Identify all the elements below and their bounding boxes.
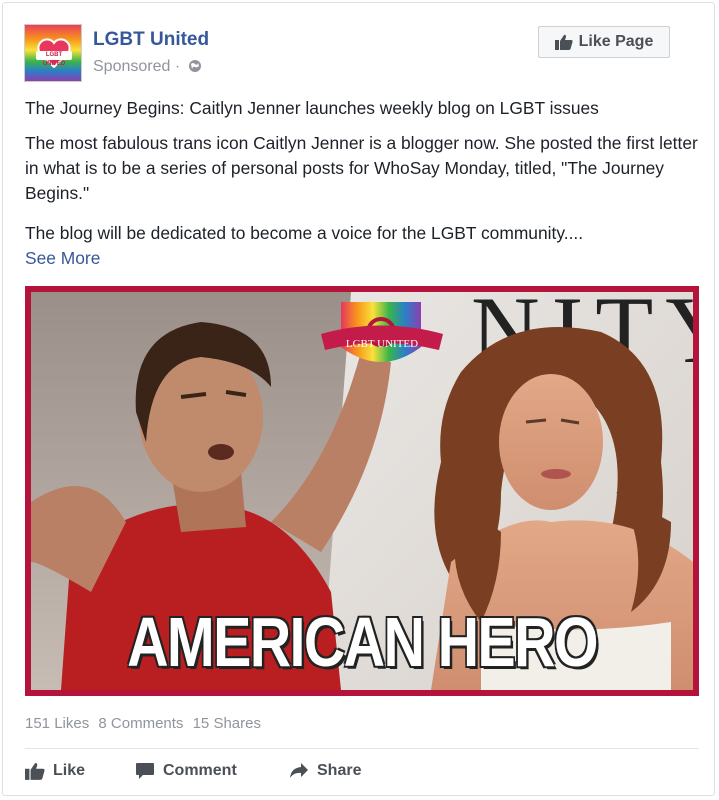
share-icon (290, 763, 308, 778)
thumbs-up-icon (554, 34, 573, 50)
comments-count[interactable]: 8 Comments (98, 715, 183, 732)
see-more-link[interactable]: See More (25, 246, 705, 271)
post-meta: Sponsored · (93, 58, 202, 76)
post-headline: The Journey Begins: Caitlyn Jenner launc… (25, 98, 599, 118)
like-button[interactable]: Like (25, 758, 135, 784)
badge-text: LGBT UNITED (346, 338, 418, 350)
shares-count[interactable]: 15 Shares (193, 715, 261, 732)
divider (25, 748, 699, 749)
share-button[interactable]: Share (289, 758, 361, 784)
likes-count[interactable]: 151 Likes (25, 715, 89, 732)
post-image[interactable]: NITY (25, 286, 699, 696)
like-page-button[interactable]: Like Page (538, 26, 670, 58)
post-paragraph-1: The most fabulous trans icon Caitlyn Jen… (25, 133, 698, 203)
sponsored-post-card: LGBT UNITED LGBT United Sponsored · Like… (2, 2, 715, 796)
page-avatar[interactable]: LGBT UNITED (24, 24, 82, 82)
comment-button[interactable]: Comment (135, 758, 289, 784)
comment-icon (136, 763, 154, 779)
like-label: Like (53, 762, 86, 779)
sponsored-label[interactable]: Sponsored · (93, 58, 180, 75)
post-paragraph-2-text: The blog will be dedicated to become a v… (25, 223, 584, 243)
share-label: Share (317, 762, 362, 779)
image-caption: AMERICAN HERO (127, 603, 598, 681)
globe-icon (188, 60, 201, 72)
like-page-label: Like Page (578, 33, 654, 50)
engagement-stats: 151 Likes 8 Comments 15 Shares (25, 715, 266, 732)
post-paragraph-2: The blog will be dedicated to become a v… (25, 221, 705, 271)
page-name-link[interactable]: LGBT United (93, 29, 209, 51)
avatar-tag: LGBT UNITED (36, 51, 72, 67)
action-bar: Like Comment Share (25, 758, 361, 784)
comment-label: Comment (163, 762, 237, 779)
thumbs-up-icon (25, 762, 45, 780)
